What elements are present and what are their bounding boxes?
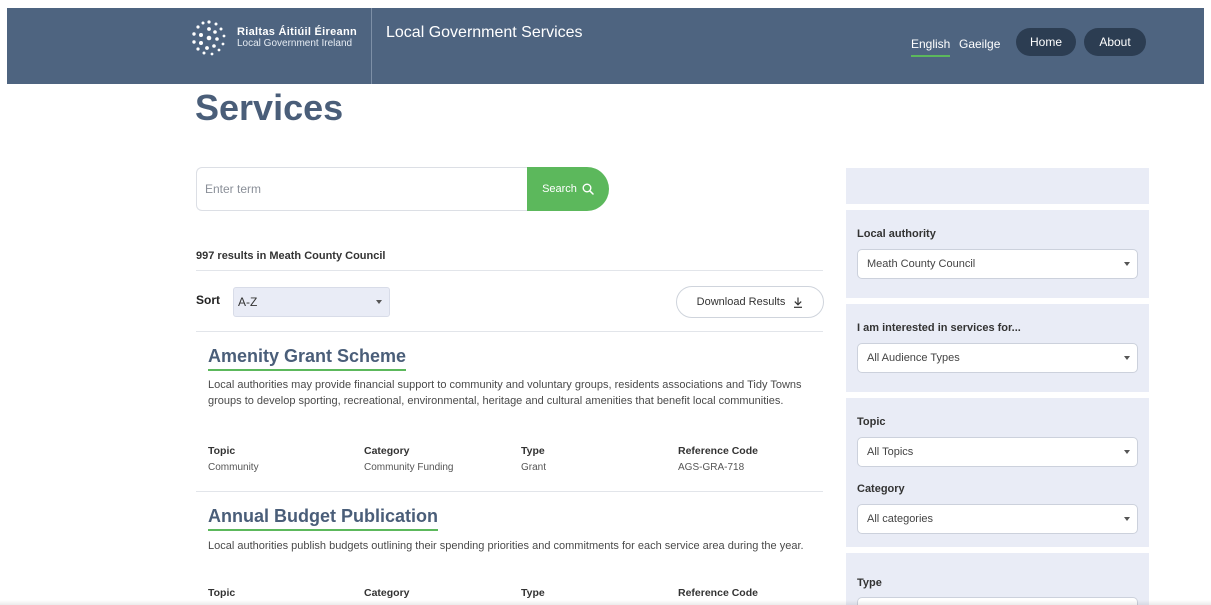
scroll-shadow — [0, 600, 1211, 605]
nav-about-button[interactable]: About — [1084, 28, 1146, 56]
search-button[interactable]: Search — [527, 167, 609, 211]
page-title: Services — [195, 87, 344, 128]
meta-value-category: Community Funding — [364, 462, 454, 473]
divider — [196, 331, 823, 332]
chevron-down-icon — [1124, 356, 1130, 360]
brand-irish-name: Rialtas Áitiúil Éireann — [237, 26, 357, 38]
category-label: Category — [857, 483, 905, 495]
download-results-button[interactable]: Download Results — [676, 286, 824, 318]
meta-label-topic: Topic — [208, 445, 236, 457]
sort-select-value: A-Z — [238, 295, 258, 309]
search-icon — [582, 183, 594, 195]
chevron-down-icon — [1124, 450, 1130, 454]
chevron-down-icon — [376, 300, 382, 304]
chevron-down-icon — [1124, 517, 1130, 521]
meta-value-reference-code: AGS-GRA-718 — [678, 462, 745, 473]
result-title-link[interactable]: Annual Budget Publication — [208, 506, 438, 531]
language-gaeilge-link[interactable]: Gaeilge — [959, 37, 1000, 51]
meta-label-reference-code: Reference Code — [678, 587, 758, 599]
topic-select[interactable]: All Topics — [857, 437, 1138, 467]
meta-label-reference-code: Reference Code — [678, 445, 758, 457]
result-description: Local authorities publish budgets outlin… — [208, 540, 804, 552]
meta-label-category: Category — [364, 445, 410, 457]
sort-label: Sort — [196, 293, 220, 307]
site-header: English Gaeilge Home About — [7, 8, 1204, 84]
audience-select[interactable]: All Audience Types — [857, 343, 1138, 373]
brand-english-name: Local Government Ireland — [237, 38, 353, 49]
meta-value-topic: Community — [208, 462, 259, 473]
results-count: 997 results in Meath County Council — [196, 250, 386, 262]
local-authority-select[interactable]: Meath County Council — [857, 249, 1138, 279]
divider — [196, 270, 823, 271]
brand-logo-link[interactable]: Rialtas Áitiúil Éireann Local Government… — [189, 16, 357, 60]
header-divider — [371, 8, 372, 84]
search-input[interactable] — [196, 167, 532, 211]
brand-text: Rialtas Áitiúil Éireann Local Government… — [237, 26, 357, 50]
chevron-down-icon — [1124, 262, 1130, 266]
result-description: Local authorities may provide financial … — [208, 379, 802, 407]
filter-panel-header — [846, 168, 1149, 204]
audience-label: I am interested in services for... — [857, 322, 1021, 334]
audience-value: All Audience Types — [867, 352, 960, 364]
site-title[interactable]: Local Government Services — [386, 24, 583, 42]
local-authority-label: Local authority — [857, 228, 936, 240]
nav-home-button[interactable]: Home — [1016, 28, 1076, 56]
divider — [196, 491, 823, 492]
meta-label-type: Type — [521, 587, 545, 599]
download-arrow-icon — [794, 297, 803, 308]
result-title-link[interactable]: Amenity Grant Scheme — [208, 346, 407, 371]
meta-label-topic: Topic — [208, 587, 236, 599]
page: English Gaeilge Home About Rialtas Áitiú… — [0, 0, 1211, 605]
category-select[interactable]: All categories — [857, 504, 1138, 534]
search-button-label: Search — [542, 183, 577, 195]
sort-select[interactable]: A-Z — [233, 287, 390, 317]
topic-value: All Topics — [867, 446, 914, 458]
meta-value-type: Grant — [521, 462, 547, 473]
download-results-label: Download Results — [696, 296, 786, 308]
dotted-circle-logo-icon — [192, 20, 226, 56]
local-authority-value: Meath County Council — [867, 258, 976, 270]
meta-label-type: Type — [521, 445, 545, 457]
type-label: Type — [857, 577, 882, 589]
category-value: All categories — [867, 513, 934, 525]
topic-label: Topic — [857, 416, 886, 428]
language-english-link[interactable]: English — [911, 37, 951, 57]
meta-label-category: Category — [364, 587, 410, 599]
